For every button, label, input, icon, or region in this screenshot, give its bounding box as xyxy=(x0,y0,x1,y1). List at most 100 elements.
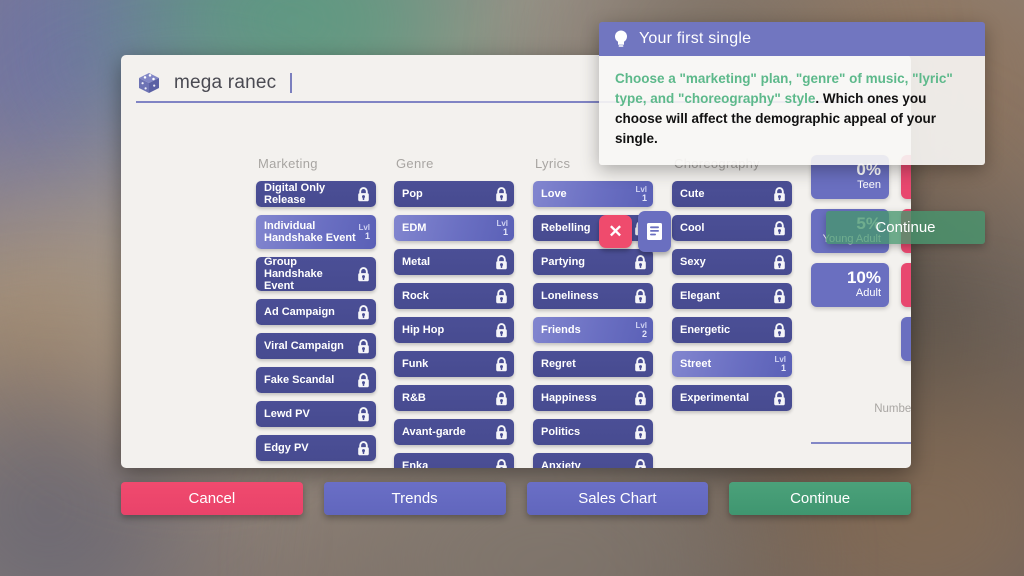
column-choreography: ChoreographyCuteCoolSexyElegantEnergetic… xyxy=(672,156,792,419)
action-cancel-button[interactable]: Cancel xyxy=(121,482,303,515)
option-label: Metal xyxy=(402,256,431,268)
option-lyrics-0[interactable]: Love Lvl 1 xyxy=(533,181,653,207)
option-lyrics-8[interactable]: Anxiety xyxy=(533,453,653,468)
lock-icon xyxy=(774,390,785,405)
lock-icon xyxy=(496,356,507,371)
option-label: Loneliness xyxy=(541,290,599,302)
option-choreography-5[interactable]: Street Lvl 1 xyxy=(672,351,792,377)
option-label: Ad Campaign xyxy=(264,306,335,318)
option-label: Fake Scandal xyxy=(264,374,335,386)
stat-name: Teen xyxy=(857,178,881,191)
lock-icon xyxy=(496,254,507,269)
cds-input-underline xyxy=(811,442,911,444)
lock-icon xyxy=(496,322,507,337)
tooltip-title: Your first single xyxy=(639,30,752,47)
column-lyrics: Lyrics Love Lvl 1 Rebelling Partying Lonelines… xyxy=(533,156,653,468)
close-button[interactable]: ✕ xyxy=(599,215,632,248)
option-genre-7[interactable]: Avant-garde xyxy=(394,419,514,445)
demographic-stats: 0%Teen0%Male5%Young Adult0%Female10%Adul… xyxy=(811,155,911,371)
option-label: Edgy PV xyxy=(264,442,309,454)
option-genre-0[interactable]: Pop xyxy=(394,181,514,207)
option-genre-8[interactable]: Enka xyxy=(394,453,514,468)
action-trends-button[interactable]: Trends xyxy=(323,482,506,515)
option-lyrics-5[interactable]: Regret xyxy=(533,351,653,377)
option-level: Lvl 1 xyxy=(358,223,370,241)
option-lyrics-7[interactable]: Politics xyxy=(533,419,653,445)
stat-row: 10%Adult 0%Casual xyxy=(811,263,911,307)
cds-label: Number of CDs to produce xyxy=(874,403,911,415)
option-marketing-3[interactable]: Ad Campaign xyxy=(256,299,376,325)
option-genre-2[interactable]: Metal xyxy=(394,249,514,275)
option-choreography-3[interactable]: Elegant xyxy=(672,283,792,309)
stat-row: 45%Hardcore xyxy=(811,317,911,361)
option-marketing-0[interactable]: Digital Only Release xyxy=(256,181,376,207)
option-marketing-1[interactable]: Individual Handshake Event Lvl 1 xyxy=(256,215,376,249)
option-lyrics-2[interactable]: Partying xyxy=(533,249,653,275)
option-marketing-4[interactable]: Viral Campaign xyxy=(256,333,376,359)
option-label: Politics xyxy=(541,426,581,438)
lock-icon xyxy=(358,372,369,387)
option-label: Friends xyxy=(541,324,581,336)
tooltip-continue-button[interactable]: Continue xyxy=(826,211,985,244)
production-block: Number of CDs to produce 0 Production Co… xyxy=(811,403,911,468)
book-button[interactable] xyxy=(638,211,671,252)
option-label: Regret xyxy=(541,358,576,370)
lock-icon xyxy=(774,288,785,303)
option-label: Funk xyxy=(402,358,429,370)
option-label: Street xyxy=(680,358,712,370)
option-level: Lvl 2 xyxy=(635,321,647,339)
option-label: Enka xyxy=(402,460,429,468)
option-label: Individual Handshake Event xyxy=(264,220,356,244)
option-genre-6[interactable]: R&B xyxy=(394,385,514,411)
lock-icon xyxy=(635,458,646,468)
stat-value: 10% xyxy=(846,267,881,287)
lock-icon xyxy=(635,390,646,405)
lock-icon xyxy=(774,254,785,269)
column-header-genre: Genre xyxy=(396,156,434,171)
option-genre-4[interactable]: Hip Hop xyxy=(394,317,514,343)
option-marketing-5[interactable]: Fake Scandal xyxy=(256,367,376,393)
lock-icon xyxy=(635,254,646,269)
option-label: Cute xyxy=(680,188,705,200)
option-marketing-2[interactable]: Group Handshake Event xyxy=(256,256,376,292)
stat-hardcore: 45%Hardcore xyxy=(901,317,911,361)
lock-icon xyxy=(774,220,785,235)
option-genre-5[interactable]: Funk xyxy=(394,351,514,377)
option-marketing-7[interactable]: Edgy PV xyxy=(256,435,376,461)
option-label: R&B xyxy=(402,392,426,404)
option-label: Cool xyxy=(680,222,705,234)
bottom-action-bar: Cancel Trends Sales Chart Continue xyxy=(121,482,911,515)
option-choreography-1[interactable]: Cool xyxy=(672,215,792,241)
lock-icon xyxy=(635,424,646,439)
lock-icon xyxy=(358,440,369,455)
option-label: EDM xyxy=(402,222,427,234)
lock-icon xyxy=(774,322,785,337)
option-genre-3[interactable]: Rock xyxy=(394,283,514,309)
stat-adult: 10% Adult xyxy=(811,263,889,307)
option-choreography-4[interactable]: Energetic xyxy=(672,317,792,343)
option-label: Anxiety xyxy=(541,460,581,468)
cds-value[interactable]: 0 xyxy=(811,415,911,441)
lightbulb-icon xyxy=(615,30,627,47)
lock-icon xyxy=(774,186,785,201)
option-genre-1[interactable]: EDM Lvl 1 xyxy=(394,215,514,241)
option-label: Energetic xyxy=(680,324,731,336)
option-level: Lvl 1 xyxy=(635,185,647,203)
lock-icon xyxy=(496,390,507,405)
group-name-input[interactable]: mega ranec xyxy=(174,72,276,94)
option-lyrics-4[interactable]: Friends Lvl 2 xyxy=(533,317,653,343)
lock-icon xyxy=(496,424,507,439)
option-choreography-2[interactable]: Sexy xyxy=(672,249,792,275)
stat-name: Adult xyxy=(855,286,881,299)
book-icon xyxy=(647,223,662,240)
option-lyrics-6[interactable]: Happiness xyxy=(533,385,653,411)
option-label: Happiness xyxy=(541,392,597,404)
option-choreography-0[interactable]: Cute xyxy=(672,181,792,207)
option-lyrics-3[interactable]: Loneliness xyxy=(533,283,653,309)
action-sales-chart-button[interactable]: Sales Chart xyxy=(526,482,709,515)
lock-icon xyxy=(635,288,646,303)
option-choreography-6[interactable]: Experimental xyxy=(672,385,792,411)
option-label: Viral Campaign xyxy=(264,340,344,352)
option-marketing-6[interactable]: Lewd PV xyxy=(256,401,376,427)
action-continue-button[interactable]: Continue xyxy=(729,482,911,515)
